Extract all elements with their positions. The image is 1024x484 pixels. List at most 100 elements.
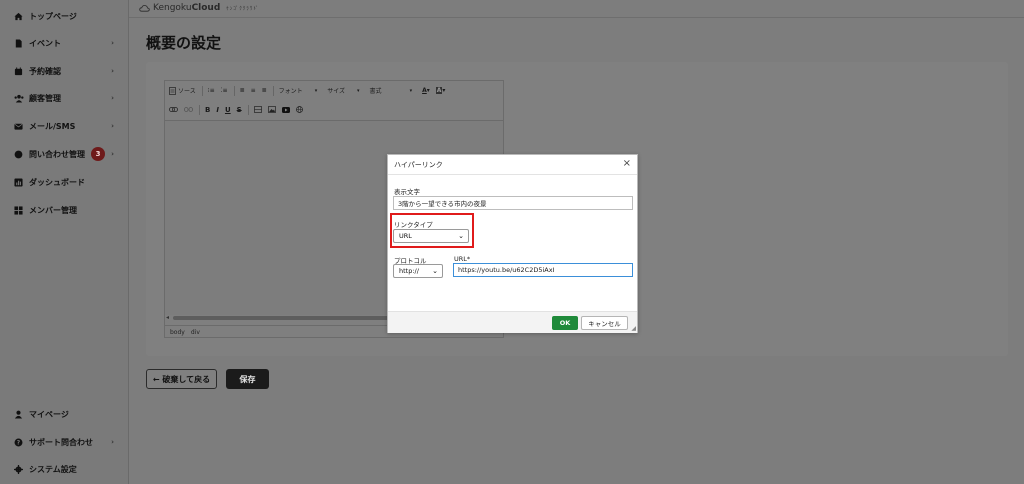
sidebar-item-customers[interactable]: 顧客管理 › bbox=[14, 88, 122, 108]
cancel-button[interactable]: キャンセル bbox=[581, 316, 628, 330]
sidebar-item-support[interactable]: ? サポート問合わせ › bbox=[14, 432, 122, 452]
editor-toolbar-row-1: ソース ⁝≡ ⁚≡ ≣ ≡ ≣ フォント ▾ サイズ ▾ 書式 ▾ A ▾ A ▾ bbox=[165, 81, 503, 100]
url-input[interactable]: https://youtu.be/u62C2D5iAxI bbox=[453, 263, 633, 277]
sidebar-item-reservations[interactable]: 予約確認 › bbox=[14, 61, 122, 81]
protocol-value: http:// bbox=[399, 267, 419, 275]
chart-icon bbox=[14, 177, 23, 187]
link-type-select[interactable]: URL ⌄ bbox=[393, 229, 469, 243]
discard-and-back-button[interactable]: ← 破棄して戻る bbox=[146, 369, 217, 389]
sidebar-item-label: 予約確認 bbox=[29, 66, 61, 76]
toolbar-divider bbox=[233, 85, 235, 96]
numbered-list-icon[interactable]: ⁝≡ bbox=[208, 87, 215, 94]
ok-button[interactable]: OK bbox=[552, 316, 578, 330]
sidebar-item-label: ダッシュボード bbox=[29, 177, 85, 187]
mail-icon bbox=[14, 122, 23, 131]
sidebar-item-label: メール/SMS bbox=[29, 121, 76, 131]
link-icon[interactable] bbox=[169, 107, 178, 112]
format-dropdown-label: 書式 bbox=[369, 88, 382, 95]
logo-text-bold: Cloud bbox=[191, 3, 221, 13]
hyperlink-dialog: ハイパーリンク × 表示文字 3階から一望できる市内の夜景 リンクタイプ URL… bbox=[387, 154, 638, 333]
protocol-select[interactable]: http:// ⌄ bbox=[393, 264, 443, 278]
help-icon: ? bbox=[14, 438, 23, 447]
toolbar-divider bbox=[247, 104, 249, 115]
bold-icon[interactable]: B bbox=[205, 106, 210, 114]
url-label: URL* bbox=[454, 255, 471, 263]
chevron-down-icon: ▾ bbox=[357, 87, 360, 94]
background-color-icon[interactable]: A ▾ bbox=[435, 87, 445, 94]
sidebar-item-events[interactable]: イベント › bbox=[14, 33, 122, 53]
dialog-title: ハイパーリンク bbox=[394, 160, 443, 169]
chevron-down-icon: ▾ bbox=[314, 87, 318, 94]
sidebar-item-label: 問い合わせ管理 bbox=[29, 149, 85, 159]
chevron-right-icon: › bbox=[111, 438, 114, 446]
underline-icon[interactable]: U bbox=[225, 106, 231, 114]
sidebar-item-top[interactable]: トップページ bbox=[14, 6, 122, 26]
page-title: 概要の設定 bbox=[146, 34, 222, 52]
resize-handle-icon[interactable]: ◢ bbox=[631, 325, 636, 332]
italic-icon[interactable]: I bbox=[216, 106, 219, 114]
logo-text-prefix: Kengoku bbox=[153, 3, 192, 13]
globe-icon[interactable] bbox=[295, 106, 303, 113]
chevron-right-icon: › bbox=[111, 67, 114, 75]
toolbar-divider bbox=[201, 85, 203, 96]
scroll-left-icon[interactable]: ◂ bbox=[166, 314, 169, 321]
dialog-header: ハイパーリンク × bbox=[388, 155, 637, 175]
chevron-right-icon: › bbox=[111, 94, 114, 102]
size-dropdown[interactable]: サイズ ▾ bbox=[327, 86, 360, 96]
chevron-right-icon: › bbox=[111, 150, 114, 158]
top-bar: Kengoku Cloud ｹﾝｺﾞｸｸﾗｳﾄﾞ bbox=[129, 0, 1024, 18]
toolbar-divider bbox=[199, 104, 200, 115]
sidebar-item-members[interactable]: メンバー管理 bbox=[14, 200, 122, 220]
cloud-icon bbox=[139, 5, 150, 12]
chevron-right-icon: › bbox=[111, 39, 114, 47]
format-dropdown[interactable]: 書式 ▾ bbox=[369, 86, 413, 96]
align-left-icon[interactable]: ≣ bbox=[240, 87, 245, 94]
dialog-footer: OK キャンセル ◢ bbox=[388, 311, 637, 333]
home-icon bbox=[14, 12, 23, 21]
chevron-down-icon: ⌄ bbox=[458, 232, 464, 240]
display-text-input[interactable]: 3階から一望できる市内の夜景 bbox=[393, 196, 633, 210]
document-icon bbox=[14, 38, 23, 48]
sidebar-item-label: システム設定 bbox=[29, 464, 77, 474]
chevron-down-icon: ▾ bbox=[409, 87, 413, 94]
table-icon[interactable] bbox=[253, 106, 262, 113]
bulleted-list-icon[interactable]: ⁚≡ bbox=[221, 87, 228, 94]
size-dropdown-label: サイズ bbox=[327, 88, 346, 95]
sidebar-item-mail[interactable]: メール/SMS › bbox=[14, 116, 122, 136]
path-item-div[interactable]: div bbox=[191, 329, 200, 336]
unlink-icon[interactable] bbox=[184, 107, 193, 112]
strikethrough-icon[interactable]: S bbox=[237, 106, 242, 114]
youtube-icon[interactable] bbox=[281, 106, 290, 113]
chevron-down-icon: ⌄ bbox=[432, 267, 438, 275]
notification-badge: 3 bbox=[91, 147, 105, 161]
close-icon[interactable]: × bbox=[623, 158, 631, 169]
save-button[interactable]: 保存 bbox=[226, 369, 269, 389]
sidebar-item-inquiries[interactable]: 問い合わせ管理 3 › bbox=[14, 144, 122, 164]
source-icon bbox=[169, 86, 176, 95]
source-label: ソース bbox=[178, 88, 196, 95]
sidebar-item-label: 顧客管理 bbox=[29, 93, 61, 103]
align-center-icon[interactable]: ≡ bbox=[251, 87, 256, 94]
sidebar-item-settings[interactable]: システム設定 bbox=[14, 459, 122, 479]
text-color-icon[interactable]: A ▾ bbox=[422, 87, 430, 94]
logo-subtitle: ｹﾝｺﾞｸｸﾗｳﾄﾞ bbox=[226, 5, 260, 12]
link-type-value: URL bbox=[399, 232, 412, 240]
font-dropdown-label: フォント bbox=[278, 88, 303, 95]
app-logo[interactable]: Kengoku Cloud ｹﾝｺﾞｸｸﾗｳﾄﾞ bbox=[139, 3, 259, 13]
grid-icon bbox=[14, 205, 23, 215]
gear-icon bbox=[14, 464, 23, 474]
sidebar-item-dashboard[interactable]: ダッシュボード bbox=[14, 172, 122, 192]
sidebar-item-label: マイページ bbox=[29, 409, 69, 419]
source-button[interactable]: ソース bbox=[169, 86, 196, 95]
calendar-icon bbox=[14, 66, 23, 76]
sidebar-item-mypage[interactable]: マイページ bbox=[14, 404, 122, 424]
align-right-icon[interactable]: ≣ bbox=[262, 87, 267, 94]
image-icon[interactable] bbox=[267, 106, 276, 113]
display-text-label: 表示文字 bbox=[394, 188, 420, 196]
sidebar-item-label: メンバー管理 bbox=[29, 205, 77, 215]
users-icon bbox=[14, 94, 24, 103]
toolbar-divider bbox=[272, 85, 274, 96]
path-item-body[interactable]: body bbox=[170, 329, 185, 336]
chat-icon bbox=[14, 150, 23, 159]
font-dropdown[interactable]: フォント ▾ bbox=[278, 86, 318, 96]
